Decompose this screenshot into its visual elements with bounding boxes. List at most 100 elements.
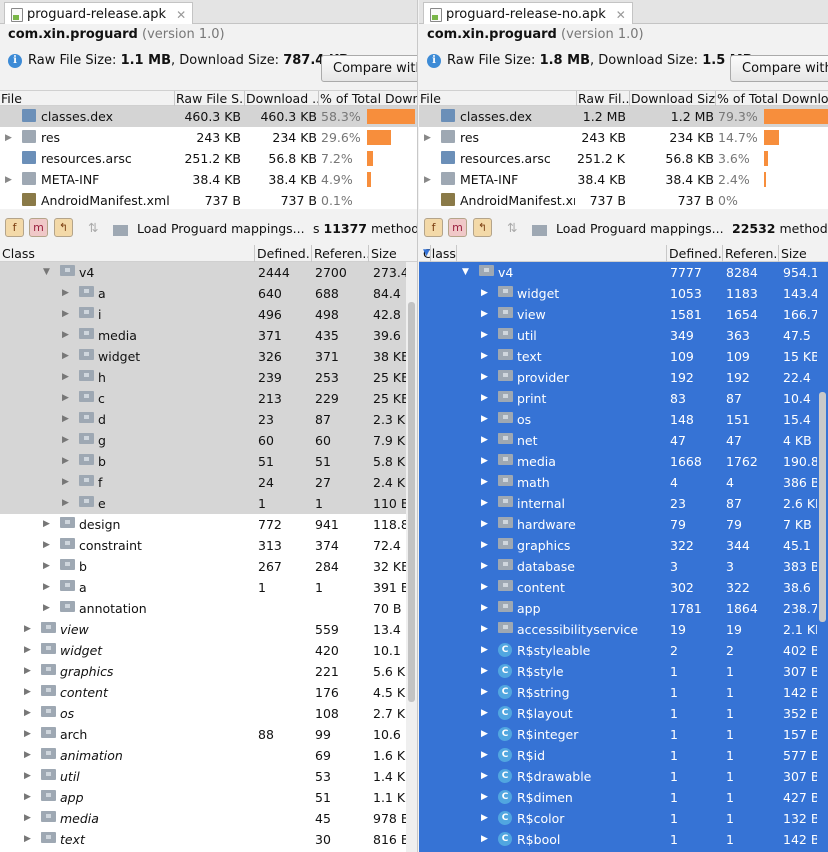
package-row[interactable]: ▶ d 23 87 2.3 KB xyxy=(0,409,417,430)
file-row[interactable]: AndroidManifest.xml 737 B 737 B 0.1% xyxy=(0,190,417,209)
expand-arrow-icon[interactable]: ▶ xyxy=(24,813,31,823)
file-row[interactable]: resources.arsc 251.2 KB 56.8 KB 3.6% xyxy=(419,148,828,169)
package-row[interactable]: ▶ internal 23 87 2.6 KB xyxy=(419,493,828,514)
class-row[interactable]: ▶ C R$integer 1 1 157 B xyxy=(419,724,828,745)
col-class[interactable]: Class xyxy=(0,245,255,262)
file-row[interactable]: ▶ META-INF 38.4 KB 38.4 KB 2.4% xyxy=(419,169,828,190)
expand-arrow-icon[interactable]: ▶ xyxy=(481,288,488,298)
package-row[interactable]: ▶ h 239 253 25 KB xyxy=(0,367,417,388)
expand-arrow-icon[interactable]: ▶ xyxy=(481,477,488,487)
package-row[interactable]: ▶ view 1581 1654 166.7 xyxy=(419,304,828,325)
class-row[interactable]: ▶ C R$layout 1 1 352 B xyxy=(419,703,828,724)
expand-arrow-icon[interactable]: ▶ xyxy=(62,435,69,445)
package-row[interactable]: ▶ os 148 151 15.4 xyxy=(419,409,828,430)
load-mappings-link[interactable]: Load Proguard mappings... xyxy=(556,221,724,236)
package-row[interactable]: ▶ arch 88 99 10.6 xyxy=(0,724,417,745)
expand-arrow-icon[interactable]: ▶ xyxy=(62,351,69,361)
expand-arrow-icon[interactable]: ▶ xyxy=(62,309,69,319)
package-row[interactable]: ▶ hardware 79 79 7 KB xyxy=(419,514,828,535)
package-row[interactable]: ▶ media 45 978 B xyxy=(0,808,417,829)
file-row[interactable]: resources.arsc 251.2 KB 56.8 KB 7.2% xyxy=(0,148,417,169)
expand-arrow-icon[interactable]: ▶ xyxy=(481,330,488,340)
package-row[interactable]: ▶ math 4 4 386 B xyxy=(419,472,828,493)
expand-arrow-icon[interactable]: ▶ xyxy=(481,372,488,382)
expand-arrow-icon[interactable]: ▶ xyxy=(24,687,31,697)
expand-arrow-icon[interactable]: ▶ xyxy=(481,750,488,760)
file-row[interactable]: classes.dex 460.3 KB 460.3 KB 58.3% xyxy=(0,106,417,127)
package-row[interactable]: ▶ annotation 70 B xyxy=(0,598,417,619)
package-row[interactable]: ▶ print 83 87 10.4 xyxy=(419,388,828,409)
package-row[interactable]: ▶ app 1781 1864 238.7 xyxy=(419,598,828,619)
expand-arrow-icon[interactable]: ▶ xyxy=(481,708,488,718)
expand-arrow-icon[interactable]: ▶ xyxy=(481,834,488,844)
class-row[interactable]: ▶ C R$color 1 1 132 B xyxy=(419,808,828,829)
package-row[interactable]: ▶ i 496 498 42.8 xyxy=(0,304,417,325)
expand-arrow-icon[interactable]: ▶ xyxy=(62,393,69,403)
scrollbar[interactable] xyxy=(406,262,417,852)
scrollbar-thumb[interactable] xyxy=(819,392,826,622)
package-row[interactable]: ▶ f 24 27 2.4 KB xyxy=(0,472,417,493)
expand-arrow-icon[interactable]: ▶ xyxy=(481,771,488,781)
expand-arrow-icon[interactable]: ▶ xyxy=(481,351,488,361)
expand-arrow-icon[interactable]: ▶ xyxy=(24,666,31,676)
package-row[interactable]: ▶ database 3 3 383 B xyxy=(419,556,828,577)
package-row[interactable]: ▶ util 349 363 47.5 xyxy=(419,325,828,346)
package-row[interactable]: ▶ media 371 435 39.6 xyxy=(0,325,417,346)
file-row[interactable]: AndroidManifest.xm 737 B 737 B 0% xyxy=(419,190,828,209)
expand-arrow-icon[interactable]: ▶ xyxy=(43,603,50,613)
expand-arrow-icon[interactable]: ▶ xyxy=(424,133,431,143)
expand-arrow-icon[interactable]: ▶ xyxy=(481,435,488,445)
col-raw-size[interactable]: Raw Fil... xyxy=(577,91,630,106)
expand-arrow-icon[interactable]: ▶ xyxy=(24,729,31,739)
col-defined[interactable]: Defined... xyxy=(667,245,723,262)
col-raw-size[interactable]: Raw File S... xyxy=(175,91,245,106)
class-row[interactable]: ▶ C R$style 1 1 307 B xyxy=(419,661,828,682)
expand-arrow-icon[interactable]: ▶ xyxy=(62,456,69,466)
expand-arrow-icon[interactable]: ▶ xyxy=(24,771,31,781)
col-referenced[interactable]: Referen... xyxy=(723,245,779,262)
class-row[interactable]: ▶ C R$dimen 1 1 427 B xyxy=(419,787,828,808)
package-row[interactable]: ▶ widget 326 371 38 KB xyxy=(0,346,417,367)
expand-arrow-icon[interactable]: ▶ xyxy=(24,750,31,760)
compare-with-button[interactable]: Compare with xyxy=(321,55,417,82)
package-row[interactable]: ▶ text 30 816 B xyxy=(0,829,417,850)
col-percent[interactable]: % of Total Download size xyxy=(319,91,417,106)
package-row[interactable]: ▶ accessibilityservice 19 19 2.1 KB xyxy=(419,619,828,640)
package-row[interactable]: ▶ a 1 1 391 B xyxy=(0,577,417,598)
package-row[interactable]: ▶ c 213 229 25 KB xyxy=(0,388,417,409)
package-row[interactable]: ▶ b 51 51 5.8 KB xyxy=(0,451,417,472)
package-row[interactable]: ▶ g 60 60 7.9 KB xyxy=(0,430,417,451)
col-size[interactable]: Size xyxy=(369,245,417,262)
expand-arrow-icon[interactable]: ▶ xyxy=(481,393,488,403)
file-row[interactable]: ▶ res 243 KB 234 KB 29.6% xyxy=(0,127,417,148)
expand-arrow-icon[interactable]: ▶ xyxy=(481,456,488,466)
expand-arrow-icon[interactable]: ▶ xyxy=(62,288,69,298)
f-filter-button[interactable]: f xyxy=(5,218,24,237)
expand-arrow-icon[interactable]: ▶ xyxy=(24,645,31,655)
class-row[interactable]: ▶ C R$id 1 1 577 B xyxy=(419,745,828,766)
m-filter-button[interactable]: m xyxy=(448,218,467,237)
show-references-button[interactable]: ↰ xyxy=(54,218,73,237)
col-referenced[interactable]: Referen... xyxy=(312,245,369,262)
class-row[interactable]: ▶ C R$drawable 1 1 307 B xyxy=(419,766,828,787)
col-download-size[interactable]: Download Size xyxy=(630,91,716,106)
load-mappings-link[interactable]: Load Proguard mappings... xyxy=(137,221,305,236)
expand-arrow-icon[interactable]: ▶ xyxy=(62,414,69,424)
expand-arrow-icon[interactable]: ▶ xyxy=(481,624,488,634)
f-filter-button[interactable]: f xyxy=(424,218,443,237)
package-row[interactable]: ▶ util 53 1.4 KB xyxy=(0,766,417,787)
expand-arrow-icon[interactable]: ▶ xyxy=(481,729,488,739)
class-row[interactable]: ▶ C R$string 1 1 142 B xyxy=(419,682,828,703)
expand-arrow-icon[interactable]: ▶ xyxy=(481,414,488,424)
tab-apk[interactable]: proguard-release-no.apk ✕ xyxy=(423,2,633,24)
package-row[interactable]: ▶ view 559 13.4 xyxy=(0,619,417,640)
m-filter-button[interactable]: m xyxy=(29,218,48,237)
expand-arrow-icon[interactable]: ▶ xyxy=(43,540,50,550)
package-row[interactable]: ▼ v4 7777 8284 954.1 xyxy=(419,262,828,283)
col-percent[interactable]: % of Total Download size xyxy=(716,91,828,106)
expand-arrow-icon[interactable]: ▶ xyxy=(481,519,488,529)
expand-arrow-icon[interactable]: ▶ xyxy=(481,561,488,571)
expand-arrow-icon[interactable]: ▶ xyxy=(43,561,50,571)
col-class[interactable]: Class ▼ xyxy=(419,245,667,262)
close-icon[interactable]: ✕ xyxy=(176,8,186,22)
